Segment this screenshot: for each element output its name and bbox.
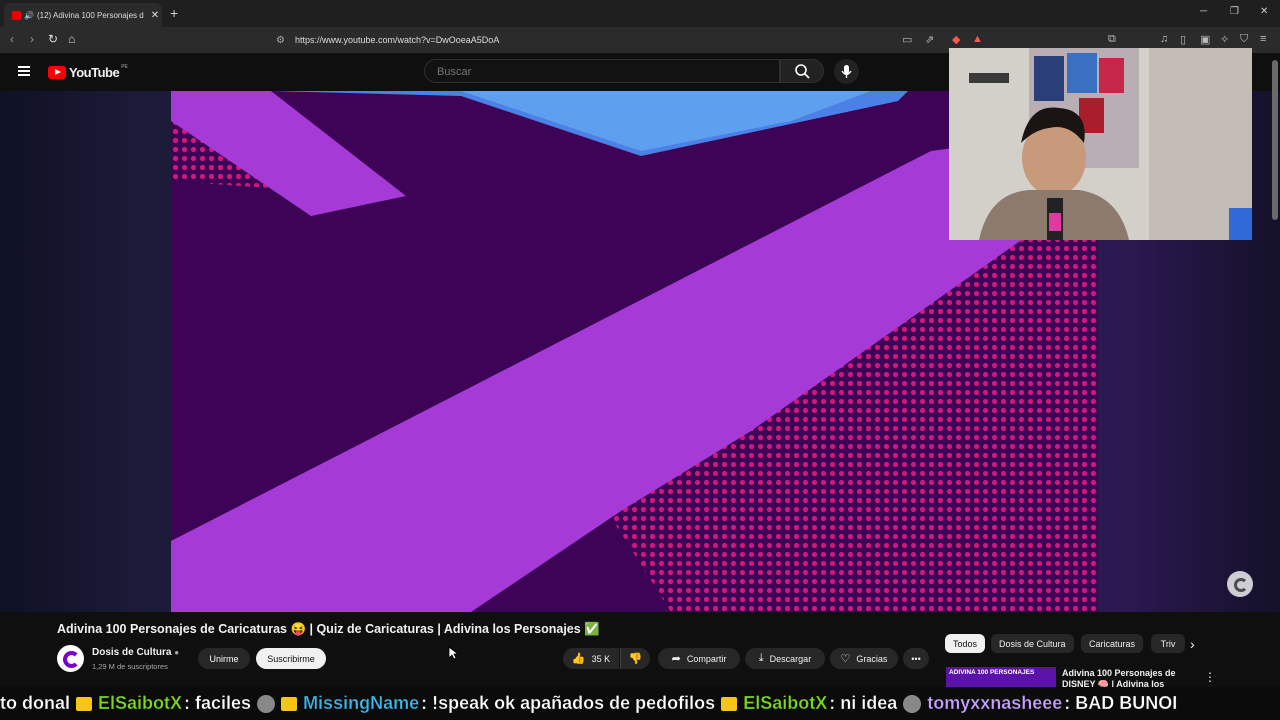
brave-shield-icon[interactable]: ◆ bbox=[952, 33, 960, 46]
sidebar-icon[interactable]: ▯ bbox=[1180, 33, 1186, 46]
chat-message: : ni idea bbox=[829, 693, 898, 713]
search-icon bbox=[795, 64, 810, 79]
rewards-icon[interactable]: ▲ bbox=[972, 33, 983, 45]
more-horizontal-icon: ••• bbox=[911, 653, 921, 664]
chat-user: tomyxxnasheee bbox=[927, 693, 1063, 713]
verified-icon: ● bbox=[174, 648, 180, 657]
close-tab-icon[interactable]: ✕ bbox=[148, 10, 162, 21]
search-input[interactable] bbox=[435, 65, 769, 79]
voice-search-button[interactable] bbox=[834, 59, 859, 84]
youtube-play-icon bbox=[48, 66, 66, 79]
back-icon[interactable]: ‹ bbox=[10, 32, 14, 46]
recommended-thumbnail[interactable]: ADIVINA 100 PERSONAJES bbox=[946, 667, 1056, 689]
more-vertical-icon[interactable]: ⋮ bbox=[1204, 670, 1216, 684]
youtube-favicon-icon bbox=[12, 10, 21, 20]
join-button[interactable]: Unirme bbox=[198, 648, 250, 669]
like-count: 35 K bbox=[591, 653, 611, 664]
subscribe-button[interactable]: Suscribirme bbox=[256, 648, 326, 669]
chat-user: MissingName bbox=[303, 693, 420, 713]
crown-badge-icon bbox=[721, 696, 738, 711]
extensions-icon[interactable]: ⧉ bbox=[1108, 33, 1116, 46]
leo-icon[interactable]: ✧ bbox=[1220, 33, 1229, 46]
cast-icon[interactable]: ▭ bbox=[902, 33, 912, 46]
wallet-icon[interactable]: ▣ bbox=[1200, 33, 1210, 46]
browser-tab[interactable]: 🔊 (12) Adivina 100 Personajes d ✕ bbox=[4, 3, 162, 27]
forward-icon[interactable]: › bbox=[30, 32, 34, 46]
tab-title: (12) Adivina 100 Personajes d bbox=[36, 10, 144, 20]
reload-icon[interactable]: ↻ bbox=[48, 32, 58, 46]
thumbs-up-icon: 👍 bbox=[571, 653, 586, 665]
youtube-logo[interactable]: YouTube PE bbox=[48, 63, 128, 80]
country-code: PE bbox=[121, 63, 128, 70]
thanks-button[interactable]: ♡ Gracias bbox=[830, 648, 898, 669]
like-button[interactable]: 👍 35 K bbox=[563, 648, 619, 669]
thanks-label: Gracias bbox=[856, 653, 888, 664]
chat-message: : !speak ok apañados de pedofilos bbox=[421, 693, 716, 713]
download-label: Descargar bbox=[769, 653, 812, 664]
vpn-icon[interactable]: ⛉ bbox=[1240, 33, 1248, 46]
url-text: https://www.youtube.com/watch?v=DwOoeaA5… bbox=[294, 35, 500, 45]
site-settings-icon[interactable]: ⚙ bbox=[276, 35, 285, 46]
logo-text: YouTube bbox=[69, 65, 120, 80]
mouse-cursor-icon bbox=[448, 646, 458, 660]
search-button[interactable] bbox=[780, 59, 824, 83]
page-scrollbar[interactable] bbox=[1272, 60, 1278, 220]
super-thanks-icon: ♡ bbox=[840, 653, 851, 665]
subscriber-count: 1,29 M de suscriptores bbox=[92, 662, 168, 671]
chat-user: ElSaibotX bbox=[98, 693, 183, 713]
share-label: Compartir bbox=[686, 653, 727, 664]
chip-all[interactable]: Todos bbox=[945, 634, 986, 653]
channel-watermark-icon[interactable] bbox=[1227, 571, 1253, 597]
close-window-icon[interactable]: ✕ bbox=[1260, 6, 1268, 17]
speaker-icon[interactable]: 🔊 bbox=[24, 11, 34, 20]
recommended-title[interactable]: Adivina 100 Personajes de DISNEY 🧠 | Adi… bbox=[1062, 668, 1182, 688]
share-button[interactable]: ➦ Compartir bbox=[658, 648, 740, 669]
microphone-icon bbox=[841, 65, 852, 78]
download-button[interactable]: ⤓ Descargar bbox=[745, 648, 825, 669]
webcam-overlay bbox=[949, 48, 1252, 240]
dislike-button[interactable]: 👎 bbox=[620, 648, 650, 669]
minimize-icon[interactable]: ─ bbox=[1200, 6, 1207, 17]
more-actions-button[interactable]: ••• bbox=[903, 648, 929, 669]
chip-trivia[interactable]: Triv bbox=[1151, 634, 1185, 653]
channel-avatar[interactable] bbox=[57, 645, 84, 672]
crown-badge-icon bbox=[281, 696, 298, 711]
share-icon: ➦ bbox=[671, 653, 681, 665]
download-icon: ⤓ bbox=[758, 652, 764, 664]
maximize-icon[interactable]: ❐ bbox=[1230, 6, 1239, 17]
chevron-right-icon[interactable]: › bbox=[1190, 636, 1195, 652]
streamer-webcam-image bbox=[949, 48, 1252, 240]
search-box[interactable] bbox=[424, 59, 780, 83]
video-title: Adivina 100 Personajes de Caricaturas 😝 … bbox=[57, 622, 600, 636]
media-icon[interactable]: ♫ bbox=[1160, 33, 1168, 45]
share-page-icon[interactable]: ⇗ bbox=[925, 33, 934, 46]
chat-message: to donal bbox=[0, 693, 70, 713]
crown-badge-icon bbox=[76, 696, 92, 711]
channel-name-text: Dosis de Cultura bbox=[92, 647, 172, 658]
guide-menu-icon[interactable] bbox=[18, 66, 30, 76]
thumbnail-text: ADIVINA 100 PERSONAJES bbox=[949, 669, 1035, 676]
home-icon[interactable]: ⌂ bbox=[68, 32, 75, 46]
menu-icon[interactable]: ≡ bbox=[1260, 33, 1266, 45]
url-field[interactable]: ⚙ https://www.youtube.com/watch?v=DwOoea… bbox=[270, 30, 990, 50]
browser-tab-bar: 🔊 (12) Adivina 100 Personajes d ✕ + ─ ❐ … bbox=[0, 0, 1280, 27]
new-tab-icon[interactable]: + bbox=[170, 5, 178, 21]
user-avatar-icon bbox=[257, 694, 276, 713]
chat-user: ElSaibotX bbox=[743, 693, 828, 713]
user-avatar-icon bbox=[903, 694, 922, 713]
chat-ticker: to donal ElSaibotX : faciles MissingName… bbox=[0, 687, 1280, 720]
thumbs-down-icon: 👎 bbox=[628, 653, 643, 665]
chat-message: : BAD BUNOI bbox=[1064, 693, 1178, 713]
channel-name[interactable]: Dosis de Cultura ● bbox=[92, 647, 179, 658]
chip-channel[interactable]: Dosis de Cultura bbox=[991, 634, 1074, 653]
chat-message: : faciles bbox=[184, 693, 252, 713]
chip-cartoons[interactable]: Caricaturas bbox=[1081, 634, 1144, 653]
